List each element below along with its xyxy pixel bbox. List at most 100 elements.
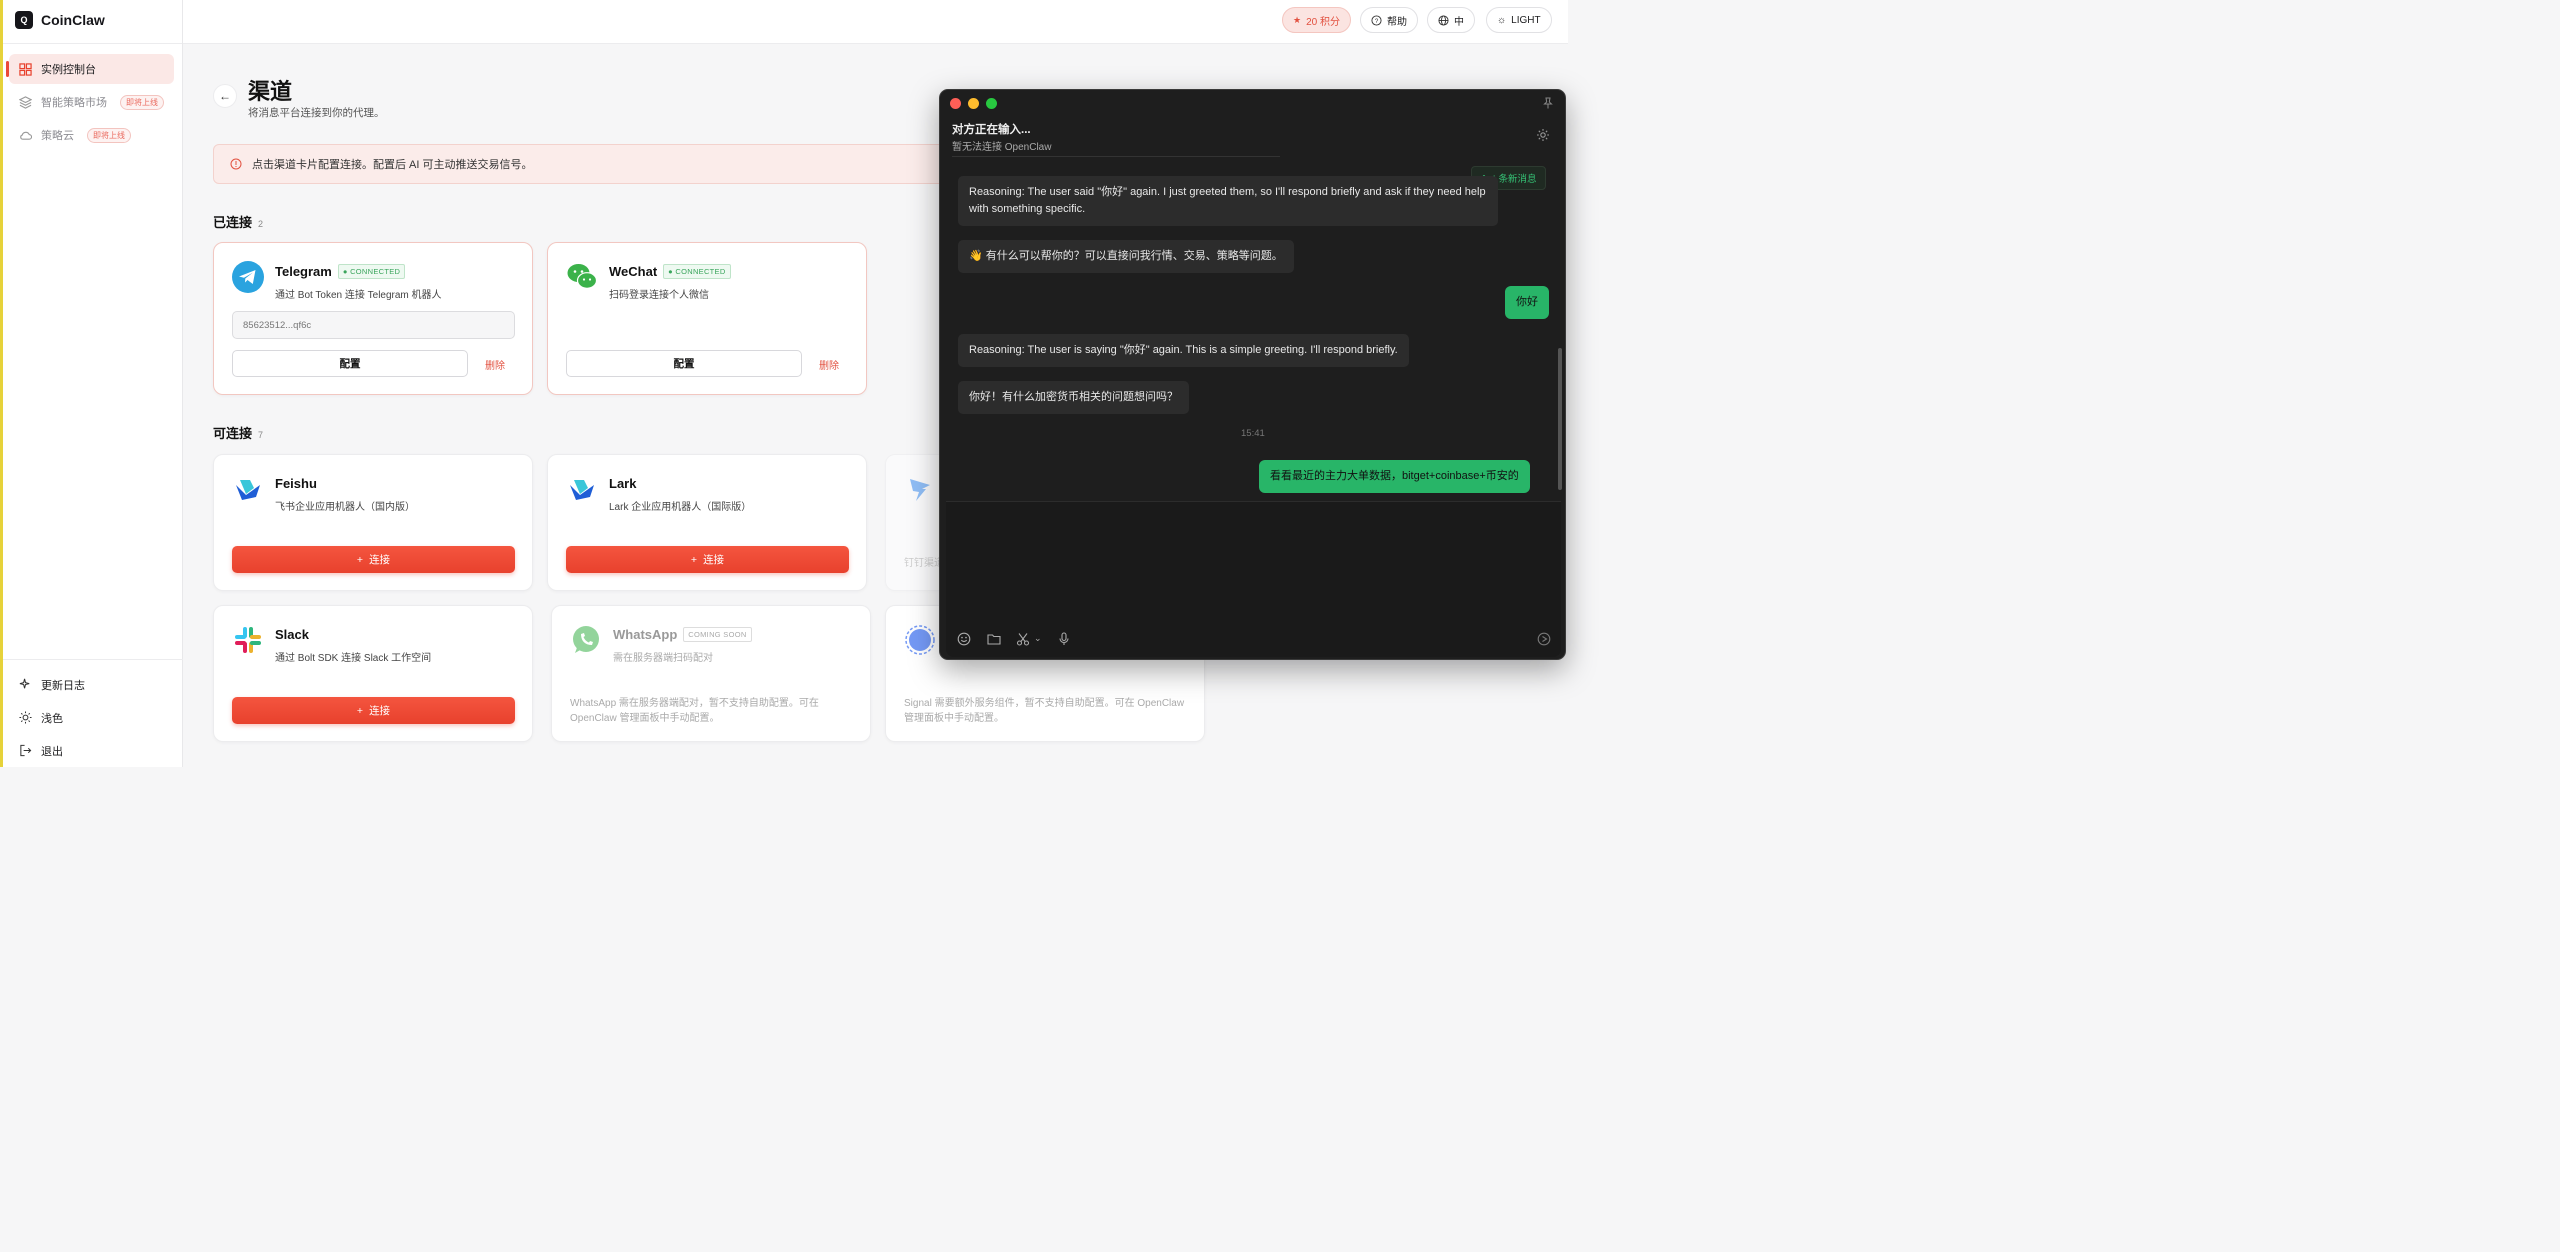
channel-desc: 通过 Bolt SDK 连接 Slack 工作空间	[275, 653, 432, 664]
changelog-link[interactable]: 更新日志	[3, 668, 183, 701]
delete-button[interactable]: 删除	[485, 357, 505, 372]
sidebar-item-strategy-cloud[interactable]: 策略云 即将上线	[9, 120, 174, 150]
svg-text:?: ?	[1375, 17, 1379, 24]
info-icon	[230, 158, 242, 170]
channel-name: Feishu	[275, 476, 317, 491]
available-count: 7	[258, 430, 264, 440]
available-section-title: 可连接 7	[213, 426, 264, 441]
coming-soon-badge: 即将上线	[120, 94, 164, 110]
theme-label: 浅色	[41, 712, 63, 725]
sun-icon: ☼	[1497, 14, 1507, 26]
chat-title: 对方正在输入...	[952, 124, 1031, 136]
help-button[interactable]: ? 帮助	[1360, 7, 1418, 33]
chat-window[interactable]: 对方正在输入... 暂无法连接 OpenClaw ⇑ 4 条新消息 Reason…	[939, 89, 1566, 660]
microphone-icon[interactable]	[1057, 632, 1071, 646]
channel-card-slack[interactable]: Slack 通过 Bolt SDK 连接 Slack 工作空间 + 连接	[213, 605, 533, 742]
channel-desc: 飞书企业应用机器人（国内版）	[275, 502, 415, 513]
message-input[interactable]: ⌄	[946, 501, 1561, 657]
channel-note: Signal 需要额外服务组件，暂不支持自助配置。可在 OpenClaw 管理面…	[904, 698, 1185, 724]
cloud-icon	[20, 131, 32, 140]
channel-desc: Lark 企业应用机器人（国际版）	[609, 502, 752, 513]
scissors-icon[interactable]	[1016, 632, 1030, 646]
changelog-label: 更新日志	[41, 679, 85, 692]
whatsapp-icon	[573, 626, 599, 653]
chat-status: 暂无法连接 OpenClaw	[952, 142, 1052, 153]
bot-token-field[interactable]: 85623512...qf6c	[232, 311, 515, 339]
sidebar-item-strategy-market[interactable]: 智能策略市场 即将上线	[9, 87, 174, 117]
language-button[interactable]: 中	[1427, 7, 1475, 33]
chat-message-bot: Reasoning: The user is saying "你好" again…	[958, 334, 1409, 367]
theme-button[interactable]: ☼ LIGHT	[1486, 7, 1552, 33]
coinclaw-logo-icon: Q	[15, 11, 33, 29]
connected-section-title: 已连接 2	[213, 215, 264, 230]
sidebar-item-label: 策略云	[41, 130, 74, 142]
maximize-icon[interactable]	[986, 98, 997, 109]
channel-card-wechat[interactable]: WeChat ● CONNECTED 扫码登录连接个人微信 配置 删除	[547, 242, 867, 395]
emoji-icon[interactable]	[957, 632, 971, 646]
channel-card-whatsapp: WhatsApp COMING SOON 需在服务器端扫码配对 WhatsApp …	[551, 605, 871, 742]
config-button[interactable]: 配置	[232, 350, 468, 377]
logout-icon	[20, 744, 32, 757]
plus-icon: +	[356, 704, 364, 717]
star-icon: ★	[1293, 14, 1302, 25]
page-subtitle: 将消息平台连接到你的代理。	[248, 107, 385, 119]
channel-desc: 扫码登录连接个人微信	[609, 290, 709, 301]
layers-icon	[19, 95, 32, 109]
telegram-icon	[232, 261, 264, 293]
channel-card-lark[interactable]: Lark Lark 企业应用机器人（国际版） + 连接	[547, 454, 867, 591]
points-label: 20 积分	[1306, 16, 1340, 28]
sun-icon	[19, 711, 32, 724]
minimize-icon[interactable]	[968, 98, 979, 109]
config-button[interactable]: 配置	[566, 350, 802, 377]
page-title: 渠道	[248, 79, 293, 104]
slack-icon	[235, 627, 261, 653]
back-button[interactable]: ←	[213, 84, 237, 108]
channel-card-telegram[interactable]: Telegram ● CONNECTED 通过 Bot Token 连接 Tele…	[213, 242, 533, 395]
channel-desc: 通过 Bot Token 连接 Telegram 机器人	[275, 290, 442, 301]
connected-count: 2	[258, 219, 264, 229]
chat-scrollbar[interactable]	[1558, 348, 1562, 490]
coming-soon-badge: 即将上线	[87, 127, 131, 143]
sidebar: Q CoinClaw 实例控制台 智能策略市场 即将上线 策略云 即将上线 更新…	[3, 0, 183, 767]
channel-desc: 需在服务器端扫码配对	[613, 653, 713, 664]
message-timestamp: 15:41	[1241, 428, 1265, 439]
connected-badge: ● CONNECTED	[663, 264, 731, 279]
dingtalk-icon	[910, 479, 930, 501]
chevron-down-icon[interactable]: ⌄	[1034, 633, 1042, 644]
send-icon[interactable]	[1537, 632, 1551, 646]
connect-button[interactable]: + 连接	[232, 546, 515, 573]
sidebar-bottom: 更新日志 浅色 退出	[3, 659, 183, 767]
channel-note: WhatsApp 需在服务器端配对，暂不支持自助配置。可在 OpenClaw 管…	[570, 698, 819, 724]
plus-icon: +	[690, 553, 698, 566]
app-name: CoinClaw	[41, 12, 105, 28]
channel-name: WhatsApp	[613, 627, 678, 642]
connect-button[interactable]: + 连接	[232, 697, 515, 724]
sidebar-item-label: 实例控制台	[41, 64, 96, 76]
channel-card-feishu[interactable]: Feishu 飞书企业应用机器人（国内版） + 连接	[213, 454, 533, 591]
language-label: 中	[1454, 16, 1464, 28]
lark-icon	[570, 480, 594, 500]
wechat-icon	[567, 264, 598, 289]
close-icon[interactable]	[950, 98, 961, 109]
chat-message-bot: 你好！有什么加密货币相关的问题想问吗？	[958, 381, 1189, 414]
connected-badge: ● CONNECTED	[337, 264, 406, 279]
globe-icon	[1438, 14, 1449, 26]
points-badge[interactable]: ★ 20 积分	[1282, 7, 1351, 33]
logout-button[interactable]: 退出	[3, 734, 183, 767]
help-label: 帮助	[1387, 16, 1407, 28]
theme-toggle[interactable]: 浅色	[3, 701, 183, 734]
connect-button[interactable]: + 连接	[566, 546, 849, 573]
settings-icon[interactable]	[1536, 128, 1550, 142]
grid-icon	[19, 62, 32, 76]
sidebar-item-console[interactable]: 实例控制台	[6, 54, 174, 84]
delete-button[interactable]: 删除	[819, 357, 839, 372]
signal-icon	[905, 625, 935, 655]
chat-message-user: 看看最近的主力大单数据，bitget+coinbase+币安的	[1259, 460, 1530, 493]
logo[interactable]: Q CoinClaw	[3, 0, 182, 40]
pin-icon[interactable]	[1542, 97, 1554, 109]
folder-icon[interactable]	[987, 632, 1001, 646]
sparkle-icon	[19, 678, 30, 689]
theme-button-label: LIGHT	[1511, 14, 1541, 26]
channel-name: Slack	[275, 627, 309, 642]
channel-name: Lark	[609, 476, 637, 491]
